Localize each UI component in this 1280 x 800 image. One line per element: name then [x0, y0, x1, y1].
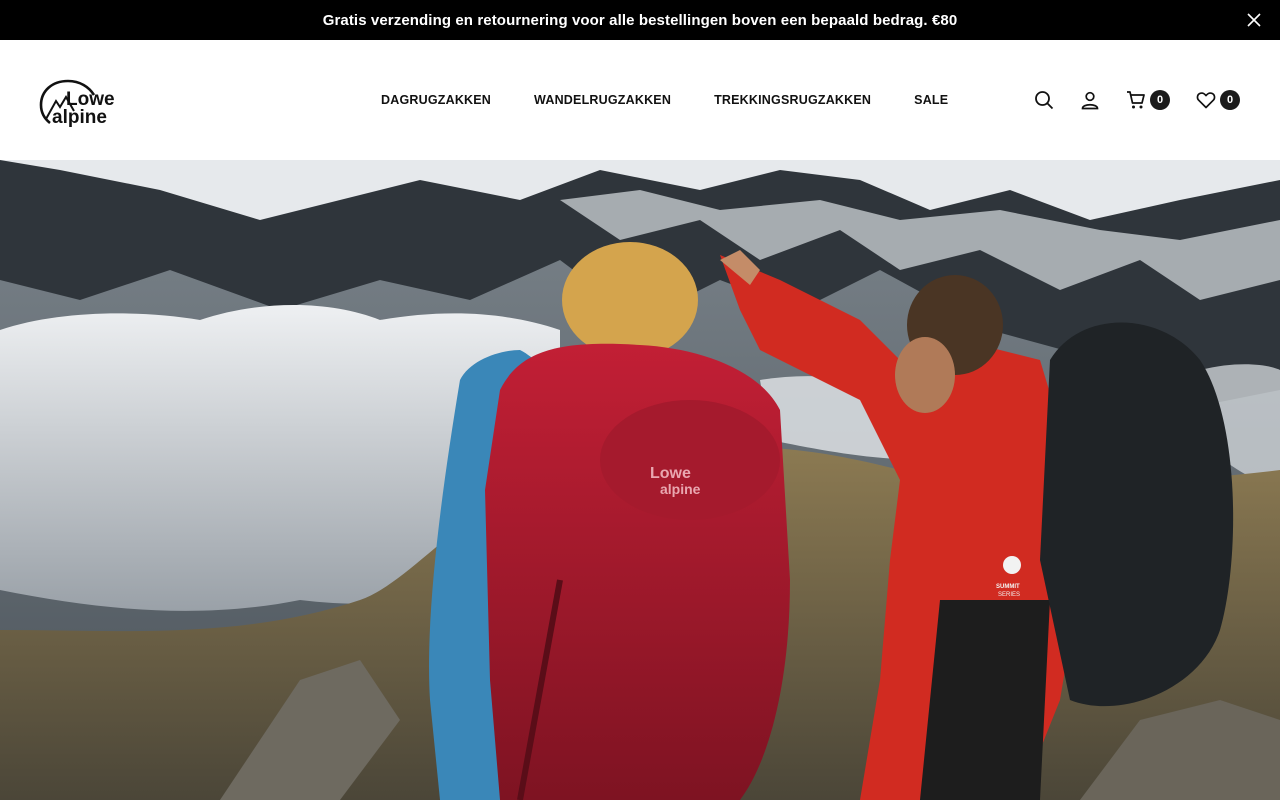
search-button[interactable]: [1034, 90, 1054, 110]
nav-item-sale[interactable]: SALE: [914, 93, 948, 107]
man-black-sleeve: [920, 600, 1050, 800]
account-button[interactable]: [1080, 90, 1100, 110]
summit-series-logo: [1003, 556, 1021, 574]
cart-button[interactable]: 0: [1126, 90, 1170, 110]
nav-item-trekkingsrugzakken[interactable]: TREKKINGSRUGZAKKEN: [714, 93, 871, 107]
search-icon: [1034, 90, 1054, 110]
jacket-badge-line1: SUMMIT: [996, 584, 1020, 590]
hero-image[interactable]: Lowe alpine SUMMIT SERIES: [0, 160, 1280, 800]
header-icons: 0 0: [1034, 40, 1240, 160]
announcement-text: Gratis verzending en retournering voor a…: [322, 11, 958, 29]
logo-text-alpine: alpine: [52, 107, 107, 128]
user-icon: [1080, 90, 1100, 110]
wishlist-count-badge: 0: [1220, 90, 1240, 110]
cart-count-badge: 0: [1150, 90, 1170, 110]
announcement-bar: Gratis verzending en retournering voor a…: [0, 0, 1280, 40]
cart-icon: [1126, 90, 1146, 110]
wishlist-button[interactable]: 0: [1196, 90, 1240, 110]
brand-logo[interactable]: Lowe alpine: [38, 73, 128, 129]
black-backpack: [1040, 322, 1234, 707]
close-icon[interactable]: [1246, 12, 1262, 28]
site-header: Lowe alpine DAGRUGZAKKEN WANDELRUGZAKKEN…: [0, 40, 1280, 160]
backpack-lid: [600, 400, 780, 520]
jacket-badge-line2: SERIES: [998, 592, 1020, 598]
man-face: [895, 337, 955, 413]
backpack-logo-lowe: Lowe: [650, 465, 691, 482]
main-nav: DAGRUGZAKKEN WANDELRUGZAKKEN TREKKINGSRU…: [381, 40, 991, 160]
heart-icon: [1196, 90, 1216, 110]
backpack-logo-alpine: alpine: [660, 481, 701, 497]
woman-blonde-hair: [562, 242, 698, 358]
nav-item-wandelrugzakken[interactable]: WANDELRUGZAKKEN: [534, 93, 671, 107]
nav-item-dagrugzakken[interactable]: DAGRUGZAKKEN: [381, 93, 491, 107]
